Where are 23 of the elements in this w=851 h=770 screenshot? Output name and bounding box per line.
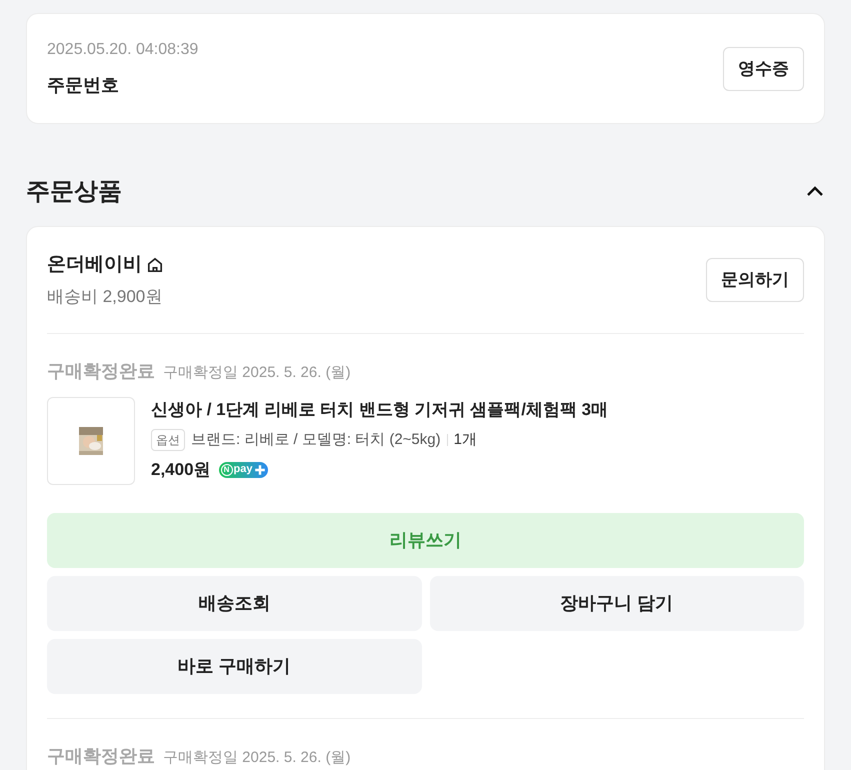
plus-icon — [254, 464, 266, 476]
confirm-date: 구매확정일 2025. 5. 26. (월) — [163, 748, 351, 768]
quantity: 1개 — [454, 430, 477, 450]
action-button[interactable]: 장바구니 담기 — [430, 576, 804, 631]
product-name[interactable]: 신생아 / 1단계 리베로 터치 밴드형 기저귀 샘플팩/체험팩 3매 — [151, 397, 608, 422]
shipping-fee: 배송비 2,900원 — [47, 286, 164, 308]
order-number-label: 주문번호 — [47, 74, 120, 97]
price: 2,400원 — [151, 459, 211, 481]
action-button[interactable]: 배송조회 — [47, 576, 422, 631]
product-thumbnail[interactable] — [47, 397, 135, 485]
home-icon — [146, 256, 164, 274]
status-label: 구매확정완료 — [47, 360, 155, 383]
option-tag: 옵션 — [151, 428, 185, 451]
option-text: 브랜드: 리베로 / 모델명: 터치 (2~5kg) — [191, 430, 441, 450]
inquiry-button[interactable]: 문의하기 — [706, 258, 804, 302]
receipt-button[interactable]: 영수증 — [723, 46, 804, 90]
confirm-date: 구매확정일 2025. 5. 26. (월) — [163, 363, 351, 383]
order-datetime: 2025.05.20. 04:08:39 — [47, 40, 198, 60]
status-label: 구매확정완료 — [47, 745, 155, 768]
action-button[interactable]: 바로 구매하기 — [47, 639, 422, 694]
seller-name[interactable]: 온더베이비 — [47, 251, 142, 280]
npay-badge: N pay — [218, 462, 268, 478]
section-title: 주문상품 — [26, 177, 122, 207]
